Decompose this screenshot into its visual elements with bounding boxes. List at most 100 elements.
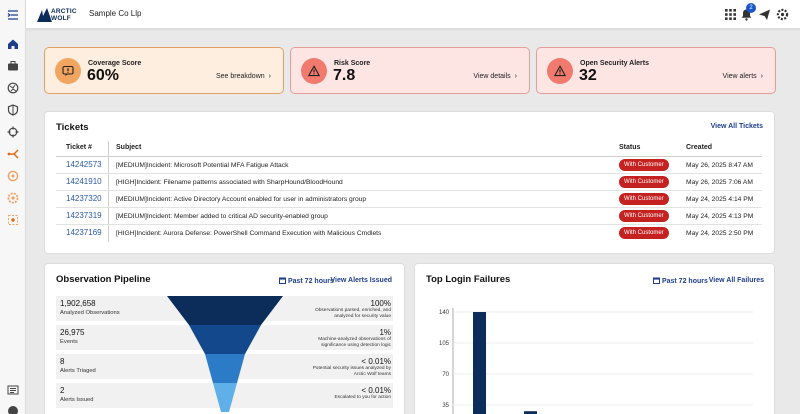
header-created[interactable]: Created <box>686 144 712 151</box>
view-details-label: View details <box>473 73 511 80</box>
top-header: ARCTIC WOLF Sample Co Llp 2 <box>26 0 800 29</box>
status-badge: With Customer <box>619 210 669 222</box>
stage-description: Escalated to you for action <box>334 395 391 400</box>
shield-icon[interactable] <box>5 102 21 118</box>
risk-score-card[interactable]: Risk Score 7.8 View details › <box>290 47 530 94</box>
ticket-subject: [MEDIUM]Incident: Microsoft Potential MF… <box>116 162 289 169</box>
ticket-number-link[interactable]: 14237319 <box>66 211 102 220</box>
ticket-number-link[interactable]: 14237320 <box>66 194 102 203</box>
risk-score-label: Risk Score <box>334 60 371 67</box>
table-row[interactable]: 14241910 [HIGH]Incident: Filename patter… <box>56 174 762 191</box>
stage-description: Machine-analyzed observations of signifi… <box>318 337 391 348</box>
ticket-subject: [MEDIUM]Incident: Member added to critic… <box>116 213 328 220</box>
info-icon[interactable] <box>5 403 21 414</box>
stage-description: Observations parsed, enriched, and analy… <box>315 308 391 319</box>
organization-name[interactable]: Sample Co Llp <box>89 9 141 18</box>
chevron-right-icon: › <box>760 73 763 80</box>
view-alerts-link[interactable]: View alerts › <box>723 73 763 80</box>
header-subject[interactable]: Subject <box>116 144 141 151</box>
globe-icon[interactable] <box>5 80 21 96</box>
open-alerts-card[interactable]: Open Security Alerts 32 View alerts › <box>536 47 776 94</box>
view-alerts-issued-link[interactable]: View Alerts Issued <box>331 277 392 284</box>
table-row[interactable]: 14237319 [MEDIUM]Incident: Member added … <box>56 208 762 225</box>
stage-percent: 1% <box>379 328 391 337</box>
chevron-right-icon: › <box>268 73 271 80</box>
stage-count: 2 <box>60 386 65 395</box>
open-alerts-value: 32 <box>579 67 597 84</box>
ticket-created: May 26, 2025 7:06 AM <box>686 179 753 186</box>
login-failures-chart: 140 105 70 35 <box>439 308 753 414</box>
ticket-created: May 24, 2025 4:13 PM <box>686 213 754 220</box>
coverage-score-label: Coverage Score <box>88 60 142 67</box>
table-header: Ticket # Subject Status Created <box>56 141 762 157</box>
send-icon[interactable] <box>758 8 771 21</box>
funnel-stage-alerts-triaged <box>205 354 245 383</box>
left-nav-rail <box>0 0 26 414</box>
arctic-wolf-logo[interactable]: ARCTIC WOLF <box>37 7 77 23</box>
share-icon[interactable] <box>5 146 21 162</box>
stage-label: Alerts Issued <box>60 397 94 403</box>
stage-label: Analyzed Observations <box>60 310 120 316</box>
ticket-subject: [HIGH]Incident: Filename patterns associ… <box>116 179 343 186</box>
notification-count-badge: 2 <box>746 3 756 13</box>
funnel-stage-observations <box>167 296 283 325</box>
stage-count: 8 <box>60 357 65 366</box>
main-content: Coverage Score 60% See breakdown › Risk S… <box>26 29 800 414</box>
view-details-link[interactable]: View details › <box>473 73 517 80</box>
gear-badge-icon[interactable] <box>5 190 21 206</box>
see-breakdown-link[interactable]: See breakdown › <box>216 73 271 80</box>
list-icon[interactable] <box>5 382 21 398</box>
view-all-tickets-link[interactable]: View All Tickets <box>711 123 763 130</box>
logo-wordmark: ARCTIC WOLF <box>51 8 77 22</box>
ticket-created: May 24, 2025 4:14 PM <box>686 196 754 203</box>
status-badge: With Customer <box>619 176 669 188</box>
coverage-score-value: 60% <box>87 67 120 84</box>
stage-count: 26,975 <box>60 328 85 337</box>
y-tick-label: 105 <box>439 341 450 347</box>
stage-label: Events <box>60 339 78 345</box>
observation-pipeline-panel: Observation Pipeline Past 72 hours View … <box>44 263 405 414</box>
status-badge: With Customer <box>619 159 669 171</box>
login-failure-bar[interactable] <box>473 312 486 414</box>
ticket-subject: [MEDIUM]Incident: Active Directory Accou… <box>116 196 367 203</box>
table-row[interactable]: 14237320 [MEDIUM]Incident: Active Direct… <box>56 191 762 208</box>
stage-description: Potential security issues analyzed by Ar… <box>312 366 391 377</box>
menu-expand-icon[interactable] <box>5 7 21 23</box>
stage-count: 1,902,658 <box>60 299 96 308</box>
stage-percent: < 0.01% <box>361 357 391 366</box>
target-icon[interactable] <box>5 212 21 228</box>
ticket-number-link[interactable]: 14242573 <box>66 160 102 169</box>
apps-grid-icon[interactable] <box>724 8 737 21</box>
warning-icon <box>301 58 327 84</box>
pipeline-range-selector[interactable]: Past 72 hours <box>279 277 334 285</box>
y-tick-label: 35 <box>442 403 449 409</box>
crosshair-icon[interactable] <box>5 124 21 140</box>
funnel-stage-alerts-issued <box>213 383 237 412</box>
coverage-icon <box>55 58 81 84</box>
header-ticket-number[interactable]: Ticket # <box>66 144 92 151</box>
ticket-created: May 26, 2025 8:47 AM <box>686 162 753 169</box>
y-tick-label: 70 <box>442 372 449 378</box>
stage-percent: 100% <box>370 299 391 308</box>
header-status[interactable]: Status <box>619 144 640 151</box>
briefcase-icon[interactable] <box>5 58 21 74</box>
tickets-title: Tickets <box>56 122 89 133</box>
pipeline-funnel <box>167 296 283 412</box>
table-row[interactable]: 14242573 [MEDIUM]Incident: Microsoft Pot… <box>56 157 762 174</box>
settings-icon[interactable] <box>776 8 789 21</box>
risk-score-value: 7.8 <box>333 67 356 84</box>
ticket-number-link[interactable]: 14241910 <box>66 177 102 186</box>
tickets-panel: Tickets View All Tickets Ticket # Subjec… <box>44 111 775 254</box>
status-badge: With Customer <box>619 193 669 205</box>
gauge-icon[interactable] <box>5 168 21 184</box>
calendar-icon <box>279 277 286 284</box>
open-alerts-label: Open Security Alerts <box>580 60 649 67</box>
ticket-number-link[interactable]: 14237169 <box>66 228 102 237</box>
y-tick-label: 140 <box>439 310 450 316</box>
table-row[interactable]: 14237169 [HIGH]Incident: Aurora Defense:… <box>56 225 762 242</box>
login-failures-panel: Top Login Failures Past 72 hours View Al… <box>414 263 775 414</box>
home-icon[interactable] <box>5 36 21 52</box>
status-badge: With Customer <box>619 227 669 239</box>
coverage-score-card[interactable]: Coverage Score 60% See breakdown › <box>44 47 284 94</box>
see-breakdown-label: See breakdown <box>216 73 265 80</box>
